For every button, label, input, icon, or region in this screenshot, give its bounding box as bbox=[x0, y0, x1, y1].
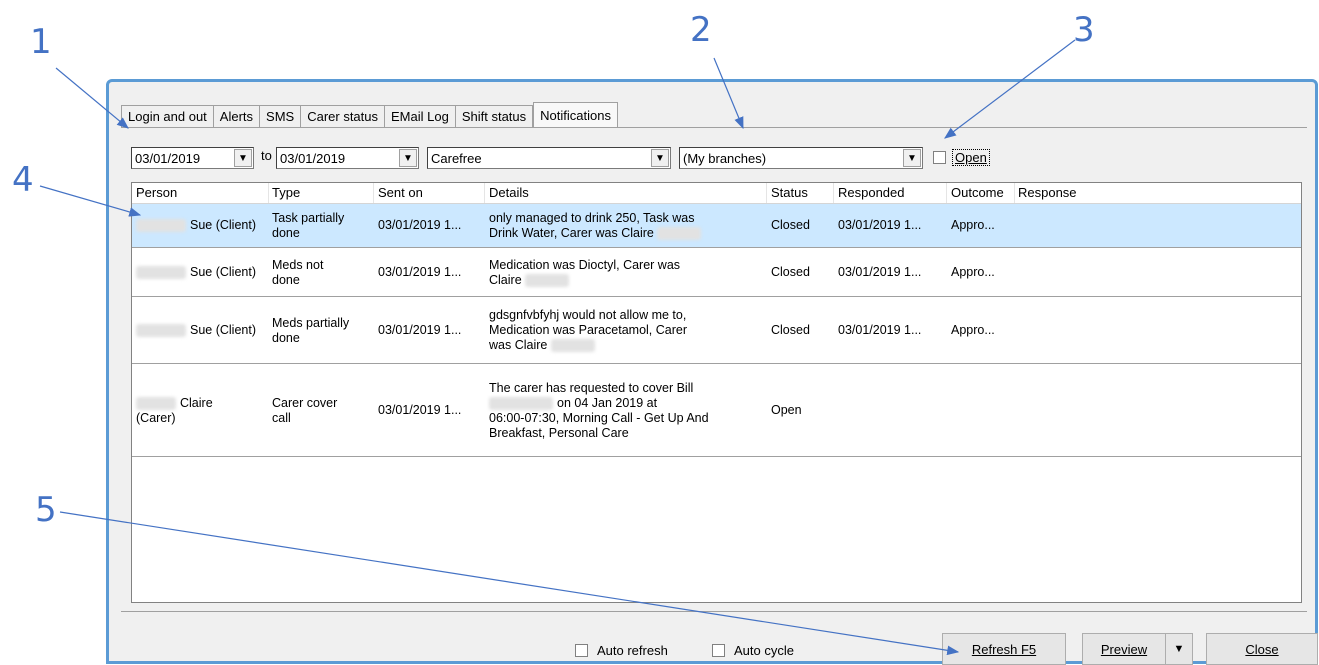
table-row[interactable]: Sue (Client) Meds partially done 03/01/20… bbox=[132, 298, 1301, 364]
status-cell: Open bbox=[771, 403, 802, 417]
tab-divider bbox=[121, 127, 1307, 128]
col-type[interactable]: Type bbox=[272, 185, 300, 200]
date-from-picker[interactable]: 03/01/2019 ▼ bbox=[131, 147, 254, 169]
person-cell: Claire (Carer) bbox=[136, 395, 213, 425]
table-row[interactable]: Claire (Carer) Carer cover call 03/01/201… bbox=[132, 365, 1301, 457]
date-to-value: 03/01/2019 bbox=[280, 150, 346, 166]
sent-cell: 03/01/2019 1... bbox=[378, 218, 462, 232]
callout-5: 5 bbox=[35, 490, 57, 530]
chevron-down-icon[interactable]: ▼ bbox=[903, 149, 921, 167]
chevron-down-icon: ▼ bbox=[1173, 643, 1185, 655]
status-cell: Closed bbox=[771, 265, 810, 279]
type-cell: Meds partially done bbox=[272, 315, 350, 345]
date-to-label: to bbox=[261, 148, 272, 163]
responded-cell: 03/01/2019 1... bbox=[838, 265, 922, 279]
preview-label: Preview bbox=[1100, 641, 1148, 657]
status-cell: Closed bbox=[771, 323, 810, 337]
outcome-cell: Appro... bbox=[951, 218, 995, 232]
callout-4: 4 bbox=[12, 160, 34, 200]
callout-3: 3 bbox=[1073, 10, 1095, 50]
callout-1: 1 bbox=[30, 22, 52, 62]
type-cell: Task partially done bbox=[272, 210, 345, 240]
outcome-cell: Appro... bbox=[951, 265, 995, 279]
responded-cell: 03/01/2019 1... bbox=[838, 218, 922, 232]
type-cell: Carer cover call bbox=[272, 395, 338, 425]
date-to-picker[interactable]: 03/01/2019 ▼ bbox=[276, 147, 419, 169]
close-button[interactable]: Close bbox=[1206, 633, 1318, 665]
tab-notifications[interactable]: Notifications bbox=[533, 102, 618, 127]
date-from-value: 03/01/2019 bbox=[135, 150, 201, 166]
branch-select[interactable]: (My branches) ▼ bbox=[679, 147, 923, 169]
tab-login-and-out[interactable]: Login and out bbox=[121, 105, 214, 127]
company-value: Carefree bbox=[431, 150, 482, 166]
chevron-down-icon[interactable]: ▼ bbox=[234, 149, 252, 167]
details-cell: The carer has requested to cover Bill on… bbox=[489, 380, 709, 440]
refresh-button[interactable]: Refresh F5 bbox=[942, 633, 1066, 665]
details-cell: only managed to drink 250, Task was Drin… bbox=[489, 204, 765, 247]
auto-cycle-label[interactable]: Auto cycle bbox=[734, 643, 794, 658]
sent-cell: 03/01/2019 1... bbox=[378, 265, 462, 279]
tab-carer-status[interactable]: Carer status bbox=[301, 105, 386, 127]
callout-2: 2 bbox=[690, 10, 712, 50]
person-cell: Sue (Client) bbox=[136, 249, 268, 296]
tab-shift-status[interactable]: Shift status bbox=[455, 105, 534, 127]
col-outcome[interactable]: Outcome bbox=[951, 185, 1004, 200]
table-row[interactable]: Sue (Client) Task partially done 03/01/20… bbox=[132, 204, 1301, 248]
chevron-down-icon[interactable]: ▼ bbox=[651, 149, 669, 167]
sent-cell: 03/01/2019 1... bbox=[378, 323, 462, 337]
preview-button[interactable]: Preview bbox=[1082, 633, 1166, 665]
col-sent-on[interactable]: Sent on bbox=[378, 185, 423, 200]
chevron-down-icon[interactable]: ▼ bbox=[399, 149, 417, 167]
col-response[interactable]: Response bbox=[1018, 185, 1077, 200]
auto-refresh-label[interactable]: Auto refresh bbox=[597, 643, 668, 658]
sent-cell: 03/01/2019 1... bbox=[378, 403, 462, 417]
col-responded[interactable]: Responded bbox=[838, 185, 905, 200]
outcome-cell: Appro... bbox=[951, 323, 995, 337]
responded-cell: 03/01/2019 1... bbox=[838, 323, 922, 337]
tab-email-log[interactable]: EMail Log bbox=[385, 105, 456, 127]
col-person[interactable]: Person bbox=[136, 185, 177, 200]
footer-divider bbox=[121, 611, 1307, 612]
notifications-window: Login and out Alerts SMS Carer status EM… bbox=[106, 79, 1318, 665]
close-label: Close bbox=[1245, 641, 1279, 657]
tab-alerts[interactable]: Alerts bbox=[213, 105, 261, 127]
type-cell: Meds not done bbox=[272, 257, 324, 287]
table-row[interactable]: Sue (Client) Meds not done 03/01/2019 1..… bbox=[132, 249, 1301, 297]
col-details[interactable]: Details bbox=[489, 185, 529, 200]
open-label[interactable]: Open bbox=[952, 149, 990, 166]
status-cell: Closed bbox=[771, 218, 810, 232]
details-cell: gdsgnfvbfyhj would not allow me to, Medi… bbox=[489, 308, 687, 353]
details-cell: Medication was Dioctyl, Carer was Claire bbox=[489, 257, 681, 287]
tab-sms[interactable]: SMS bbox=[260, 105, 302, 127]
preview-dropdown-button[interactable]: ▼ bbox=[1165, 633, 1193, 665]
branch-value: (My branches) bbox=[683, 150, 767, 166]
tab-strip: Login and out Alerts SMS Carer status EM… bbox=[121, 102, 618, 127]
auto-cycle-checkbox[interactable] bbox=[712, 644, 725, 657]
refresh-label: Refresh F5 bbox=[971, 641, 1037, 657]
auto-refresh-checkbox[interactable] bbox=[575, 644, 588, 657]
notifications-grid: Person Type Sent on Details Status Respo… bbox=[131, 182, 1302, 603]
col-status[interactable]: Status bbox=[771, 185, 808, 200]
company-select[interactable]: Carefree ▼ bbox=[427, 147, 671, 169]
person-cell: Sue (Client) bbox=[136, 298, 268, 363]
open-checkbox[interactable] bbox=[933, 151, 946, 164]
person-cell: Sue (Client) bbox=[136, 204, 268, 247]
grid-header: Person Type Sent on Details Status Respo… bbox=[132, 183, 1301, 204]
